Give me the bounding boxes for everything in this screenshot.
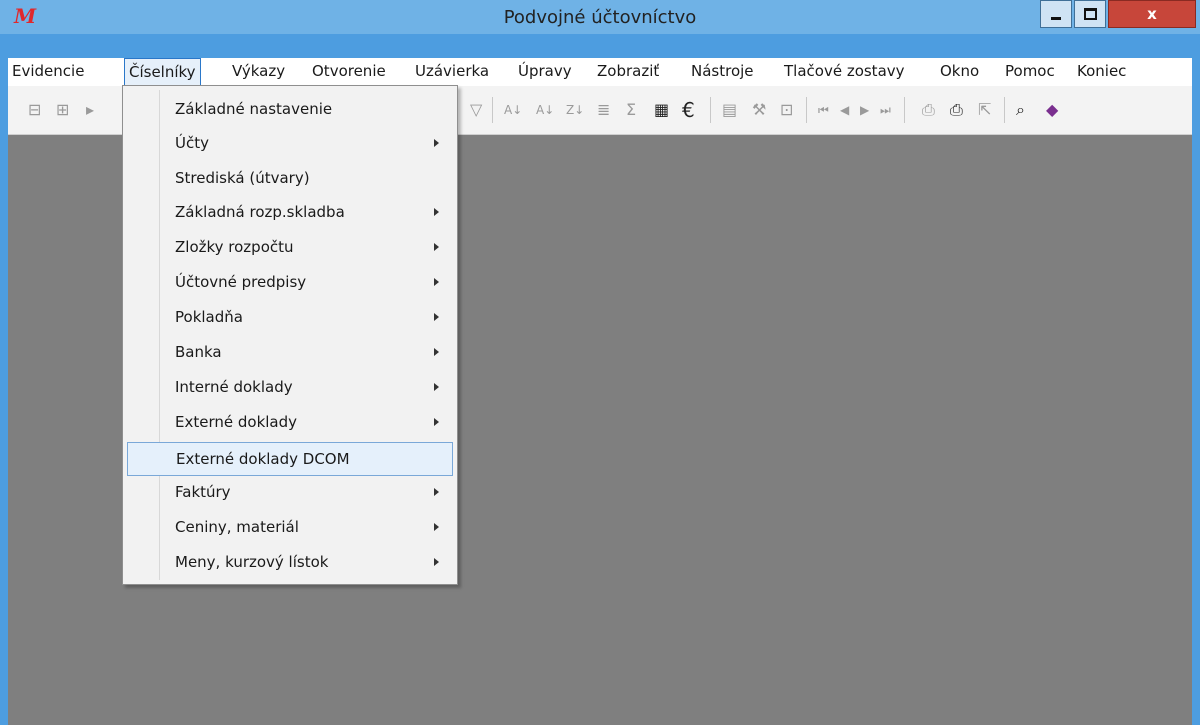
submenu-arrow-icon	[434, 523, 439, 531]
menu-nastroje[interactable]: Nástroje	[691, 62, 754, 80]
menu-item-label: Základná rozp.skladba	[175, 203, 345, 221]
submenu-arrow-icon	[434, 208, 439, 216]
toolbar-separator	[1004, 97, 1005, 123]
menu-okno[interactable]: Okno	[940, 62, 979, 80]
menu-item-label: Banka	[175, 343, 222, 361]
submenu-arrow-icon	[434, 139, 439, 147]
sum-icon[interactable]: Σ	[626, 100, 636, 120]
menu-evidencie[interactable]: Evidencie	[12, 62, 84, 80]
menu-item-label: Základné nastavenie	[175, 100, 333, 118]
menu-item-label: Externé doklady	[175, 413, 298, 431]
window-title: Podvojné účtovníctvo	[503, 7, 697, 28]
submenu-arrow-icon	[434, 348, 439, 356]
search-icon[interactable]: ⌕	[1016, 100, 1025, 120]
submenu-arrow-icon	[434, 313, 439, 321]
submenu-arrow-icon	[434, 488, 439, 496]
submenu-arrow-icon	[434, 278, 439, 286]
menu-pomoc[interactable]: Pomoc	[1005, 62, 1055, 80]
submenu-arrow-icon	[434, 243, 439, 251]
menu-vykazy[interactable]: Výkazy	[232, 62, 285, 80]
toolbar-separator	[904, 97, 905, 123]
close-button[interactable]: x	[1108, 0, 1196, 28]
menu-ciselniky[interactable]: Číselníky	[124, 58, 201, 86]
nav-right-icon[interactable]: ⊞	[56, 100, 69, 120]
ciselniky-dropdown: Základné nastavenie Účty Strediská (útva…	[122, 85, 458, 585]
toolbar-separator	[710, 97, 711, 123]
menu-item-interne-doklady[interactable]: Interné doklady	[127, 371, 453, 405]
filter-icon[interactable]: ▽	[470, 100, 482, 120]
minimize-icon	[1051, 16, 1061, 20]
submenu-arrow-icon	[434, 383, 439, 391]
menu-uzavierka[interactable]: Uzávierka	[415, 62, 489, 80]
menu-item-ceniny-material[interactable]: Ceniny, materiál	[127, 511, 453, 545]
app-window: M Podvojné účtovníctvo x Evidencie Čísel…	[0, 0, 1200, 725]
print-icon[interactable]: ⎙	[950, 100, 963, 120]
sort-desc-icon[interactable]: Z↓	[566, 100, 584, 120]
menu-item-zakladna-rozp-skladba[interactable]: Základná rozp.skladba	[127, 196, 453, 230]
tools-icon[interactable]: ⚒	[752, 100, 766, 120]
menu-item-meny-kurzovy-listok[interactable]: Meny, kurzový lístok	[127, 546, 453, 580]
document-icon[interactable]: ▤	[722, 100, 737, 120]
menu-item-label: Zložky rozpočtu	[175, 238, 294, 256]
menu-item-faktury[interactable]: Faktúry	[127, 476, 453, 510]
menu-item-ucty[interactable]: Účty	[127, 127, 453, 161]
menu-koniec[interactable]: Koniec	[1077, 62, 1126, 80]
sort-asc-icon[interactable]: A↓	[504, 100, 522, 120]
toolbar-separator	[806, 97, 807, 123]
properties-icon[interactable]: ⊡	[780, 100, 793, 120]
menu-item-label: Faktúry	[175, 483, 231, 501]
menu-item-label: Strediská (útvary)	[175, 169, 310, 187]
first-record-icon[interactable]: ⏮	[818, 100, 829, 120]
export-icon[interactable]: ⇱	[978, 100, 991, 120]
menu-item-banka[interactable]: Banka	[127, 336, 453, 370]
menu-item-label: Ceniny, materiál	[175, 518, 299, 536]
menu-zobrazit[interactable]: Zobraziť	[597, 62, 659, 80]
menu-item-label: Pokladňa	[175, 308, 243, 326]
menu-item-strediska[interactable]: Strediská (útvary)	[127, 162, 453, 196]
title-bar[interactable]: M Podvojné účtovníctvo	[0, 0, 1200, 34]
submenu-arrow-icon	[434, 418, 439, 426]
prev-record-icon[interactable]: ◀	[840, 100, 849, 120]
menu-item-label: Účtovné predpisy	[175, 273, 307, 291]
menu-item-label: Účty	[175, 134, 209, 152]
menu-item-uctovne-predpisy[interactable]: Účtovné predpisy	[127, 266, 453, 300]
next-record-icon[interactable]: ▶	[860, 100, 869, 120]
print-preview-icon[interactable]: ⎙	[922, 100, 935, 120]
menu-item-zakladne-nastavenie[interactable]: Základné nastavenie	[127, 93, 453, 127]
toolbar-more-icon: ▸	[86, 100, 95, 119]
menu-item-zlozky-rozpoctu[interactable]: Zložky rozpočtu	[127, 231, 453, 265]
maximize-button[interactable]	[1074, 0, 1106, 28]
nav-left-icon[interactable]: ⊟	[28, 100, 41, 120]
menu-tlacove-zostavy[interactable]: Tlačové zostavy	[784, 62, 905, 80]
menu-item-externe-doklady-dcom[interactable]: Externé doklady DCOM	[127, 442, 453, 476]
submenu-arrow-icon	[434, 558, 439, 566]
menu-upravy[interactable]: Úpravy	[518, 62, 572, 80]
last-record-icon[interactable]: ⏭	[880, 100, 891, 120]
calculator-icon[interactable]: ▦	[654, 100, 669, 120]
columns-icon[interactable]: ≣	[597, 100, 610, 120]
menu-item-externe-doklady[interactable]: Externé doklady	[127, 406, 453, 440]
euro-icon[interactable]: €	[682, 100, 695, 120]
book-icon[interactable]: ◆	[1046, 100, 1058, 120]
minimize-button[interactable]	[1040, 0, 1072, 28]
menu-item-label: Meny, kurzový lístok	[175, 553, 329, 571]
menu-item-label: Externé doklady DCOM	[176, 450, 350, 468]
menu-otvorenie[interactable]: Otvorenie	[312, 62, 386, 80]
menu-item-pokladna[interactable]: Pokladňa	[127, 301, 453, 335]
maximize-icon	[1083, 8, 1097, 20]
menu-item-label: Interné doklady	[175, 378, 293, 396]
toolbar-separator	[492, 97, 493, 123]
sort-asc-2-icon[interactable]: A↓	[536, 100, 554, 120]
